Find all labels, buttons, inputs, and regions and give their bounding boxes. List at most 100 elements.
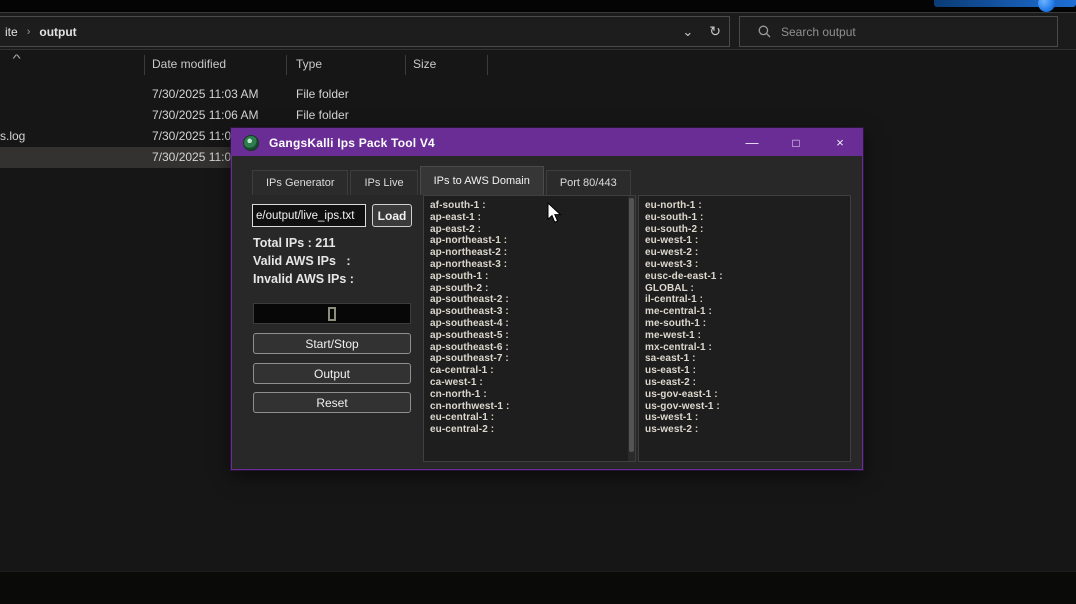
region-entry: ap-south-1 :: [430, 271, 635, 283]
file-row[interactable]: 7/30/2025 11:06: [0, 147, 240, 168]
region-entry: ap-northeast-3 :: [430, 259, 635, 271]
tab-ips-to-aws-domain[interactable]: IPs to AWS Domain: [420, 166, 544, 195]
file-path-input[interactable]: [252, 204, 366, 227]
aws-region-list-left[interactable]: af-south-1 :ap-east-1 :ap-east-2 :ap-nor…: [423, 195, 636, 462]
file-row[interactable]: 7/30/2025 11:03 AM File folder: [0, 84, 1076, 105]
dialog-title: GangsKalli Ips Pack Tool V4: [269, 136, 435, 150]
output-button[interactable]: Output: [253, 363, 411, 384]
column-header-date[interactable]: Date modified: [152, 57, 226, 71]
app-icon: [243, 135, 259, 151]
region-entry: ap-southeast-7 :: [430, 353, 635, 365]
valid-ips-stat: Valid AWS IPs :: [253, 254, 350, 268]
file-type: File folder: [296, 87, 349, 101]
minimize-button[interactable]: —: [730, 129, 774, 156]
progress-glyph: [328, 307, 336, 321]
region-entry: ap-south-2 :: [430, 283, 635, 295]
progress-bar: [253, 303, 411, 324]
column-separator[interactable]: [144, 55, 145, 75]
breadcrumb-separator-icon: ›: [27, 26, 31, 38]
file-type: File folder: [296, 108, 349, 122]
bottom-black-strip: [0, 572, 1076, 604]
toolbar-divider: [0, 49, 1076, 50]
file-date: 7/30/2025 11:04: [152, 129, 238, 143]
column-separator[interactable]: [286, 55, 287, 75]
column-separator[interactable]: [405, 55, 406, 75]
region-entry: ap-northeast-1 :: [430, 235, 635, 247]
address-bar[interactable]: ite › output ⌄ ↻: [0, 16, 730, 47]
region-entry: ap-southeast-4 :: [430, 318, 635, 330]
tab-port-80-443[interactable]: Port 80/443: [546, 170, 631, 195]
chevron-down-icon[interactable]: ⌄: [682, 24, 693, 40]
close-button[interactable]: ×: [818, 129, 862, 156]
region-entry: eu-west-1 :: [645, 235, 850, 247]
invalid-ips-stat: Invalid AWS IPs :: [253, 272, 354, 286]
maximize-button[interactable]: □: [774, 129, 818, 156]
file-row[interactable]: 7/30/2025 11:06 AM File folder: [0, 105, 1076, 126]
mouse-cursor: [546, 202, 566, 224]
region-entry: ap-southeast-6 :: [430, 342, 635, 354]
breadcrumb-parent[interactable]: ite: [5, 25, 18, 39]
column-separator[interactable]: [487, 55, 488, 75]
region-entry: us-east-1 :: [645, 365, 850, 377]
file-date: 7/30/2025 11:06: [152, 150, 238, 164]
start-stop-button[interactable]: Start/Stop: [253, 333, 411, 354]
region-entry: mx-central-1 :: [645, 342, 850, 354]
region-entry: eu-central-1 :: [430, 412, 635, 424]
region-entry: us-west-1 :: [645, 412, 850, 424]
region-entry: us-gov-east-1 :: [645, 389, 850, 401]
load-button[interactable]: Load: [372, 204, 412, 227]
region-entry: eu-south-1 :: [645, 212, 850, 224]
scrollbar[interactable]: [628, 196, 635, 461]
file-name: s.log: [0, 129, 25, 143]
region-entry: us-west-2 :: [645, 424, 850, 436]
aws-region-list-right[interactable]: eu-north-1 :eu-south-1 :eu-south-2 :eu-w…: [638, 195, 851, 462]
tab-bar: IPs GeneratorIPs LiveIPs to AWS DomainPo…: [252, 168, 631, 195]
total-ips-stat: Total IPs : 211: [253, 236, 335, 250]
breadcrumb: ite › output: [0, 25, 77, 39]
file-date: 7/30/2025 11:06 AM: [152, 108, 259, 122]
search-icon: [758, 25, 771, 38]
region-entry: cn-north-1 :: [430, 389, 635, 401]
region-entry: us-east-2 :: [645, 377, 850, 389]
search-input[interactable]: Search output: [739, 16, 1058, 47]
dialog-content: Load Total IPs : 211 Valid AWS IPs : Inv…: [232, 193, 864, 470]
region-entry: eusc-de-east-1 :: [645, 271, 850, 283]
sort-ascending-icon[interactable]: ^: [12, 53, 20, 65]
region-entry: ca-central-1 :: [430, 365, 635, 377]
gangskalli-dialog: GangsKalli Ips Pack Tool V4 — □ × IPs Ge…: [231, 128, 863, 470]
region-entry: af-south-1 :: [430, 200, 635, 212]
region-entry: eu-west-3 :: [645, 259, 850, 271]
region-entry: sa-east-1 :: [645, 353, 850, 365]
region-entry: me-central-1 :: [645, 306, 850, 318]
refresh-icon[interactable]: ↻: [709, 23, 721, 40]
region-entry: eu-south-2 :: [645, 224, 850, 236]
region-entry: eu-west-2 :: [645, 247, 850, 259]
dialog-titlebar[interactable]: GangsKalli Ips Pack Tool V4 — □ ×: [232, 129, 862, 156]
region-entry: ap-southeast-3 :: [430, 306, 635, 318]
column-header-size[interactable]: Size: [413, 57, 436, 71]
reset-button[interactable]: Reset: [253, 392, 411, 413]
region-entry: ap-southeast-5 :: [430, 330, 635, 342]
region-entry: cn-northwest-1 :: [430, 401, 635, 413]
region-entry: ca-west-1 :: [430, 377, 635, 389]
region-entry: us-gov-west-1 :: [645, 401, 850, 413]
file-date: 7/30/2025 11:03 AM: [152, 87, 259, 101]
scrollbar-thumb[interactable]: [629, 198, 634, 452]
region-entry: GLOBAL :: [645, 283, 850, 295]
region-entry: ap-southeast-2 :: [430, 294, 635, 306]
breadcrumb-current[interactable]: output: [39, 25, 76, 39]
region-entry: me-south-1 :: [645, 318, 850, 330]
region-entry: eu-north-1 :: [645, 200, 850, 212]
region-entry: ap-east-1 :: [430, 212, 635, 224]
search-placeholder: Search output: [781, 25, 856, 39]
column-header-row: ^ Date modified Type Size: [0, 53, 1076, 77]
region-entry: ap-northeast-2 :: [430, 247, 635, 259]
tab-ips-live[interactable]: IPs Live: [350, 170, 417, 195]
tab-ips-generator[interactable]: IPs Generator: [252, 170, 348, 195]
region-entry: il-central-1 :: [645, 294, 850, 306]
column-header-type[interactable]: Type: [296, 57, 322, 71]
region-entry: me-west-1 :: [645, 330, 850, 342]
screen: ite › output ⌄ ↻ Search output ^ Date mo…: [0, 0, 1076, 604]
region-entry: ap-east-2 :: [430, 224, 635, 236]
explorer-toolbar: ite › output ⌄ ↻ Search output: [0, 13, 1076, 50]
